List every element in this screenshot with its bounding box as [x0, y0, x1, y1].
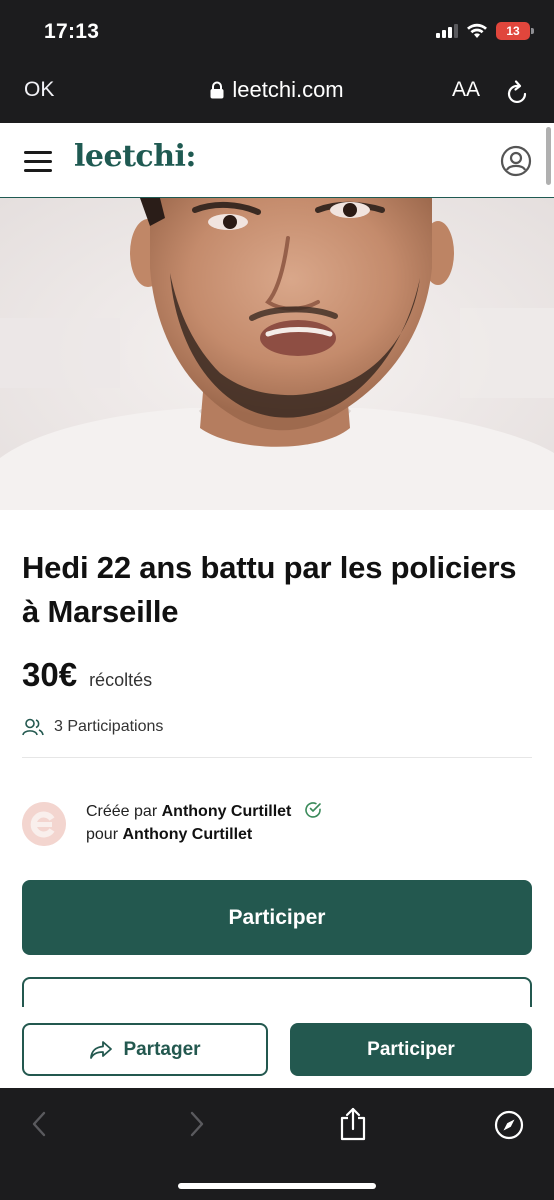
back-icon[interactable]: [30, 1110, 48, 1138]
campaign-content: Hedi 22 ans battu par les policiers à Ma…: [0, 510, 554, 1017]
campaign-title: Hedi 22 ans battu par les policiers à Ma…: [22, 550, 517, 629]
wifi-icon: [467, 23, 487, 38]
site-header: leetchi:: [0, 123, 554, 198]
creator-name[interactable]: Anthony Curtillet: [162, 803, 292, 820]
menu-icon[interactable]: [24, 151, 52, 173]
browser-top-bar: OK leetchi.com AA: [0, 62, 554, 123]
participations-row[interactable]: 3 Participations: [22, 718, 532, 736]
compass-icon[interactable]: [494, 1110, 524, 1140]
scrollbar[interactable]: [546, 127, 551, 185]
sticky-participate-label: Participer: [367, 1038, 455, 1060]
forward-icon[interactable]: [188, 1110, 206, 1138]
participate-button[interactable]: Participer: [22, 880, 532, 955]
share-button[interactable]: Partager: [22, 1023, 268, 1076]
home-indicator[interactable]: [178, 1183, 376, 1189]
status-time: 17:13: [44, 20, 100, 43]
text-size-button[interactable]: AA: [452, 78, 480, 102]
created-by-prefix: Créée par: [86, 803, 158, 820]
creator-text: Créée par Anthony Curtillet pour Anthony…: [86, 800, 322, 846]
status-icons: 13: [436, 22, 534, 40]
people-icon: [22, 718, 44, 736]
collected-amount: 30€: [22, 656, 78, 693]
site-logo[interactable]: leetchi:: [74, 139, 196, 174]
amount-row: 30€ récoltés: [22, 656, 532, 694]
for-prefix: pour: [86, 826, 119, 843]
status-bar: 17:13 13: [0, 0, 554, 62]
user-icon[interactable]: [500, 145, 532, 177]
participations-count: 3 Participations: [54, 718, 164, 735]
sticky-participate-button[interactable]: Participer: [290, 1023, 532, 1076]
battery-icon: 13: [496, 22, 534, 40]
creator-block: Créée par Anthony Curtillet pour Anthony…: [22, 800, 532, 846]
battery-level: 13: [506, 24, 520, 38]
divider: [22, 757, 532, 758]
campaign-photo: [0, 198, 554, 510]
collected-label: récoltés: [89, 670, 153, 690]
beneficiary-name[interactable]: Anthony Curtillet: [122, 826, 252, 843]
share-sheet-icon[interactable]: [338, 1106, 368, 1142]
creator-avatar[interactable]: [22, 802, 66, 846]
web-page: leetchi: Hedi 22 ans battu par les polic…: [0, 123, 554, 1088]
sticky-action-bar: Partager Participer: [0, 1007, 554, 1088]
url-text: leetchi.com: [232, 77, 344, 102]
lock-icon: [210, 81, 224, 99]
signal-icon: [436, 24, 458, 38]
verified-check-icon: [305, 802, 321, 818]
share-icon: [90, 1040, 113, 1059]
share-label: Partager: [123, 1038, 201, 1060]
reload-icon[interactable]: [506, 78, 530, 106]
